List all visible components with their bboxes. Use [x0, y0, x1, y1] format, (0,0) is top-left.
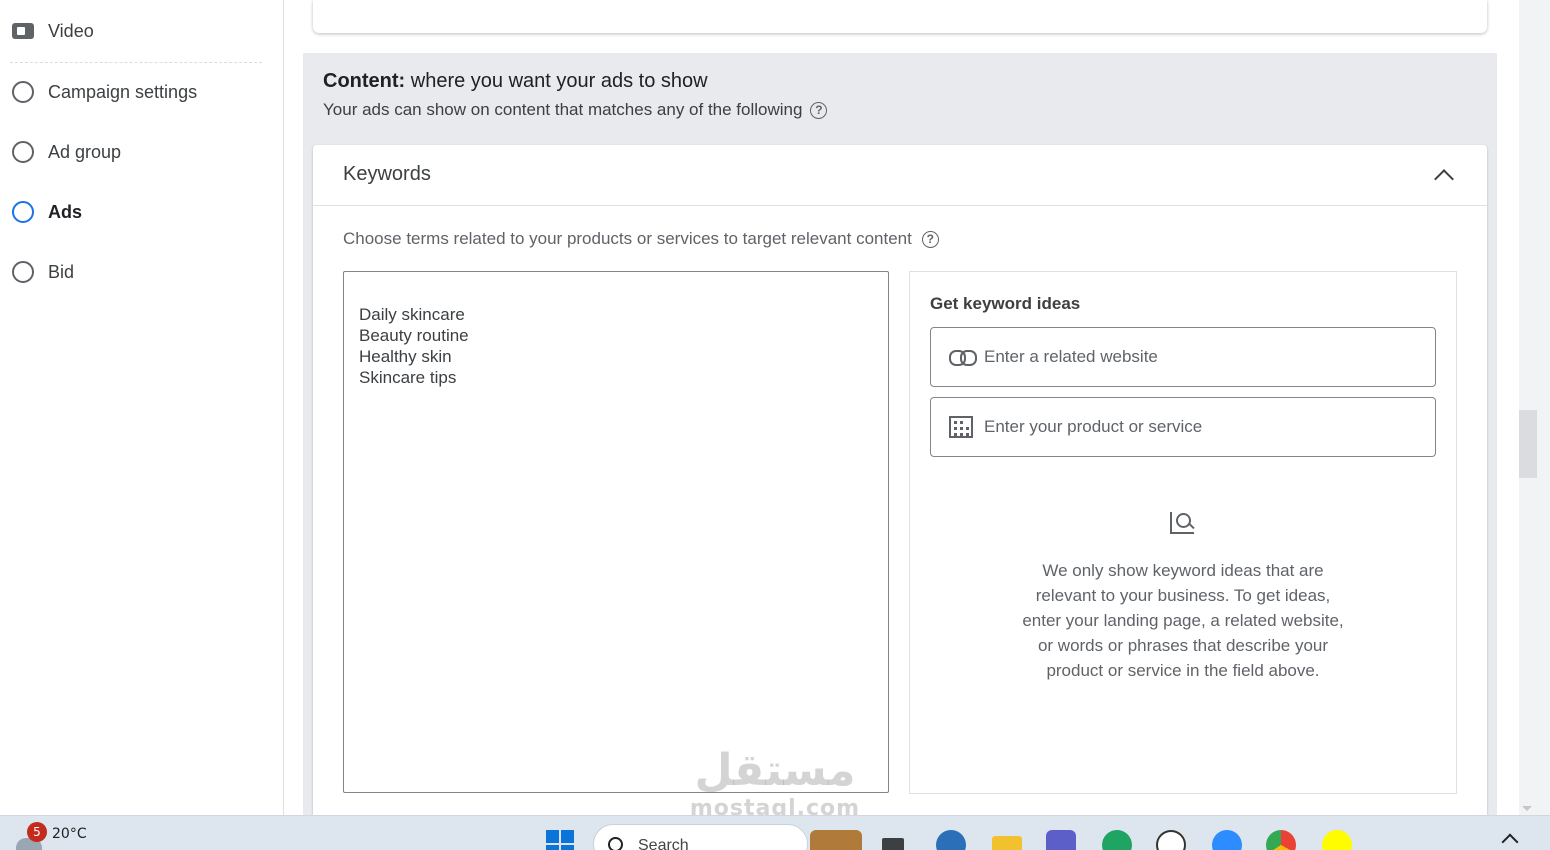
product-service-placeholder: Enter your product or service: [984, 417, 1203, 436]
taskbar-search-label: Search: [638, 837, 689, 850]
content-subtitle-text: Your ads can show on content that matche…: [323, 100, 803, 119]
related-website-input[interactable]: Enter a related website: [930, 327, 1436, 387]
keyword-entry: Beauty routine: [359, 326, 469, 345]
content-section-title: Content: where you want your ads to show: [323, 70, 708, 92]
step-radio-icon: [12, 141, 34, 163]
sidebar-item-label: Ad group: [48, 141, 122, 162]
help-icon[interactable]: ?: [810, 101, 828, 119]
step-radio-icon: [12, 81, 34, 103]
related-website-placeholder: Enter a related website: [984, 347, 1158, 366]
sidebar-item-label: Campaign settings: [48, 81, 198, 102]
edge-beta-icon[interactable]: [936, 830, 966, 850]
keywords-title: Keywords: [343, 163, 431, 185]
task-view-icon[interactable]: [882, 838, 904, 850]
panda-app-icon[interactable]: [1156, 830, 1186, 850]
step-radio-icon: [12, 261, 34, 283]
weather-widget[interactable]: 5 20°C: [10, 822, 120, 850]
keywords-description: Choose terms related to your products or…: [343, 229, 939, 249]
video-icon: [12, 23, 34, 39]
sidebar-item-bid[interactable]: Bid: [0, 252, 270, 292]
keyword-ideas-info: We only show keyword ideas that are rele…: [1022, 561, 1344, 680]
watermark-arabic: مستقل: [694, 745, 856, 796]
keywords-card-header[interactable]: Keywords: [313, 145, 1487, 206]
content-section-subtitle: Your ads can show on content that matche…: [323, 100, 828, 120]
building-icon: [949, 416, 973, 438]
edge-icon[interactable]: [1102, 830, 1132, 850]
chrome-icon[interactable]: [1266, 830, 1296, 850]
sidebar-item-video[interactable]: Video: [0, 11, 270, 51]
keyword-ideas-title: Get keyword ideas: [930, 294, 1081, 313]
keywords-textarea[interactable]: Daily skincare Beauty routine Healthy sk…: [343, 271, 889, 793]
previous-card: [313, 0, 1487, 33]
sidebar: Video Campaign settings Ad group Ads Bid: [0, 0, 284, 815]
keyword-ideas-panel: Get keyword ideas Enter a related websit…: [909, 271, 1457, 794]
keywords-card: Keywords Choose terms related to your pr…: [313, 145, 1487, 815]
keyword-entry: Healthy skin: [359, 347, 452, 366]
product-service-input[interactable]: Enter your product or service: [930, 397, 1436, 457]
file-explorer-icon[interactable]: [992, 836, 1022, 850]
link-icon: [949, 350, 977, 366]
scrollbar-thumb[interactable]: [1519, 410, 1537, 478]
sidebar-item-campaign-settings[interactable]: Campaign settings: [0, 72, 270, 112]
taskbar: 5 20°C Search: [0, 815, 1550, 850]
watermark: مستقل mostaql.com: [680, 745, 870, 825]
teams-icon[interactable]: [1046, 830, 1076, 850]
scroll-down-icon[interactable]: [1522, 806, 1532, 811]
keyword-entry: Daily skincare: [359, 305, 465, 324]
keywords-description-text: Choose terms related to your products or…: [343, 229, 912, 248]
chevron-up-icon[interactable]: [1435, 167, 1451, 183]
step-radio-icon: [12, 201, 34, 223]
search-document-icon: [1170, 512, 1194, 534]
keyword-entry: Skincare tips: [359, 368, 457, 387]
tray-chevron-up-icon[interactable]: [1501, 833, 1519, 850]
sidebar-item-ad-group[interactable]: Ad group: [0, 132, 270, 172]
taskbar-search[interactable]: Search: [593, 824, 808, 850]
sidebar-item-ads[interactable]: Ads: [0, 192, 270, 232]
store-app-icon[interactable]: [810, 830, 862, 850]
sidebar-divider: [10, 62, 262, 63]
page-scrollbar[interactable]: [1519, 0, 1550, 815]
snapchat-icon[interactable]: [1322, 830, 1352, 850]
sidebar-item-label: Ads: [48, 201, 83, 222]
sidebar-item-label: Video: [48, 20, 94, 41]
zoom-icon[interactable]: [1212, 830, 1242, 850]
sidebar-item-label: Bid: [48, 261, 75, 282]
search-icon: [608, 837, 623, 850]
windows-start-icon[interactable]: [546, 830, 576, 850]
notification-badge: 5: [27, 822, 47, 842]
weather-temperature: 20°C: [52, 826, 87, 842]
help-icon[interactable]: ?: [921, 230, 939, 248]
